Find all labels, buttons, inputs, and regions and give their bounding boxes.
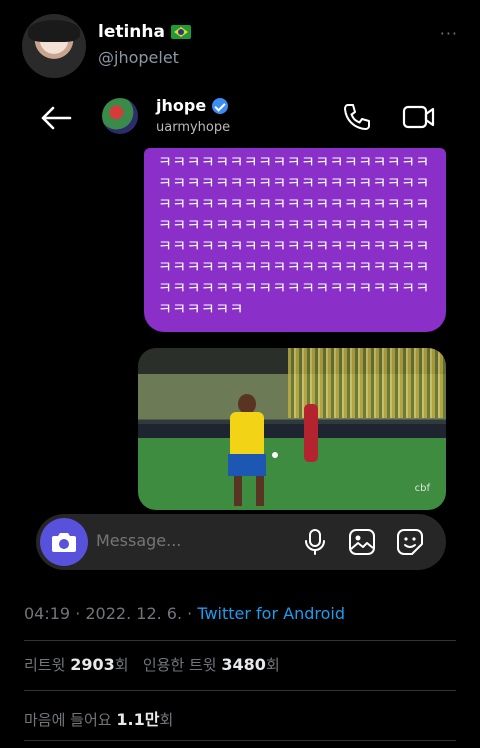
retweet-quote-stats: 리트윗 2903회 인용한 트윗 3480회 (24, 654, 280, 675)
brazil-flag-icon (171, 25, 191, 39)
display-name-text: letinha (98, 22, 165, 42)
message-input[interactable] (96, 531, 276, 550)
camera-button[interactable] (40, 518, 88, 566)
more-options-button[interactable]: ··· (440, 24, 458, 43)
retweets-stat[interactable]: 리트윗 2903회 (24, 655, 129, 674)
message-bubble[interactable]: ㅋㅋㅋㅋㅋㅋㅋㅋㅋㅋㅋㅋㅋㅋㅋㅋㅋㅋㅋㅋㅋㅋㅋㅋㅋㅋㅋㅋㅋㅋㅋㅋㅋㅋㅋㅋㅋㅋㅋㅋ… (144, 148, 446, 332)
tweet-timestamp: 04:19 · 2022. 12. 6. · Twitter for Andro… (24, 604, 345, 623)
tweet-source-link[interactable]: Twitter for Android (197, 604, 345, 623)
tweet-header: letinha @jhopelet ··· (0, 0, 480, 92)
dm-username: uarmyhope (156, 120, 231, 135)
meta-separator: · (70, 604, 86, 623)
dm-contact-name[interactable]: jhope (156, 96, 229, 115)
dm-screenshot: jhope uarmyhope ㅋㅋㅋㅋㅋㅋㅋㅋㅋㅋㅋㅋㅋㅋㅋㅋㅋㅋㅋㅋㅋㅋㅋㅋ… (0, 92, 480, 582)
player-figure (222, 394, 272, 506)
ball (272, 452, 278, 458)
tweet-date[interactable]: 2022. 12. 6. (85, 604, 182, 623)
phone-icon[interactable] (342, 102, 372, 132)
microphone-icon[interactable] (302, 528, 328, 556)
back-arrow-icon[interactable] (40, 106, 72, 130)
avatar[interactable] (22, 14, 86, 78)
author-handle[interactable]: @jhopelet (98, 48, 179, 67)
divider (24, 690, 456, 691)
divider (24, 740, 456, 741)
retweets-label: 리트윗 (24, 656, 66, 674)
dm-name-text: jhope (156, 96, 207, 115)
media-message-image[interactable]: cbf (138, 348, 446, 510)
quotes-count: 3480 (221, 655, 266, 674)
video-call-icon[interactable] (402, 102, 436, 132)
sticker-icon[interactable] (396, 528, 424, 556)
retweets-count: 2903 (70, 655, 115, 674)
ad-board (138, 424, 446, 438)
verified-badge-icon (212, 97, 229, 114)
message-composer (36, 514, 446, 570)
media-watermark: cbf (414, 483, 430, 494)
author-display-name[interactable]: letinha (98, 22, 191, 42)
divider (24, 640, 456, 641)
quotes-label: 인용한 트윗 (142, 656, 217, 674)
tweet-time[interactable]: 04:19 (24, 604, 70, 623)
camera-icon (52, 533, 76, 552)
likes-label: 마음에 들어요 (24, 711, 112, 729)
meta-separator: · (182, 604, 198, 623)
dm-avatar[interactable] (102, 98, 138, 134)
likes-unit: 회 (159, 711, 174, 729)
retweets-unit: 회 (114, 656, 129, 674)
gallery-icon[interactable] (348, 528, 376, 556)
quotes-stat[interactable]: 인용한 트윗 3480회 (142, 655, 280, 674)
likes-stats[interactable]: 마음에 들어요 1.1만회 (24, 706, 173, 730)
background-player (304, 404, 318, 462)
quotes-unit: 회 (265, 656, 280, 674)
likes-count: 1.1만 (116, 710, 160, 729)
